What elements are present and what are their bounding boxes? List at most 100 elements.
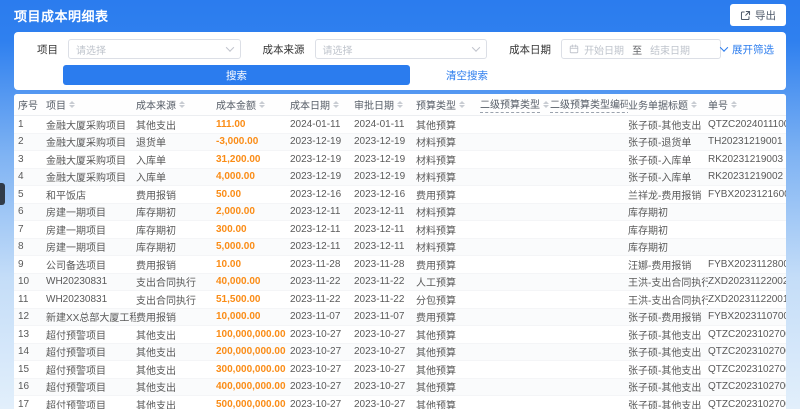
- table-cell: 张子硕-退货单: [628, 138, 692, 150]
- project-select[interactable]: 请选择: [68, 39, 241, 59]
- sort-icon[interactable]: [459, 101, 465, 108]
- source-select[interactable]: 请选择: [314, 39, 488, 59]
- table-row: 1 金融大厦采购项目 其他支出 111.00 2024-01-11 2024-01-11 其…: [14, 116, 786, 134]
- export-label: 导出: [755, 9, 776, 22]
- table-cell: 2023-12-19: [290, 136, 342, 148]
- table-cell: 退货单: [136, 138, 166, 150]
- expand-filters-link[interactable]: 展开筛选: [719, 42, 774, 57]
- table-cell: 2: [18, 136, 24, 148]
- table-row: 9 公司备选项目 费用报销 10.00 2023-11-28 2023-11-28 费用预算…: [14, 256, 786, 274]
- table-cell: 材料预算: [416, 173, 456, 185]
- col-header-label: 业务单据标题: [628, 101, 688, 112]
- table-body: 1 金融大厦采购项目 其他支出 111.00 2024-01-11 2024-01-11 其…: [14, 116, 786, 409]
- table-row: 10 WH20230831 支出合同执行 40,000.00 2023-11-22 202…: [14, 273, 786, 291]
- table-row: 12 新建XX总部大厦工程二期费用报销 10,000.00 2023-11-07 202…: [14, 308, 786, 326]
- table-cell: 4,000.00: [216, 171, 255, 183]
- date-filter-label: 成本日期: [509, 43, 552, 56]
- table-cell: 2023-11-22: [354, 276, 405, 288]
- table-cell: 2023-12-11: [290, 206, 341, 218]
- table-cell: 400,000,000.00: [216, 381, 286, 393]
- table-cell: 2023-11-22: [354, 293, 405, 305]
- search-button[interactable]: 搜索: [63, 65, 410, 85]
- clear-search-link[interactable]: 清空搜索: [446, 68, 488, 83]
- sort-icon[interactable]: [397, 101, 403, 108]
- table-cell: 超付预警项目: [46, 330, 106, 342]
- table-cell: 9: [18, 258, 24, 270]
- col-header-7[interactable]: 二级预算类型: [480, 96, 550, 113]
- col-header-label: 成本日期: [290, 101, 330, 112]
- chevron-down-icon: [719, 43, 729, 52]
- table-cell: 王洪-支出合同执行: [628, 278, 708, 290]
- table-cell: 50.00: [216, 188, 242, 200]
- project-select-placeholder: 请选择: [76, 45, 106, 57]
- table-cell: 2023-12-11: [354, 241, 405, 253]
- table-cell: 10.00: [216, 258, 242, 270]
- col-header-8[interactable]: 二级预算类型编码: [550, 96, 628, 113]
- col-header-4[interactable]: 成本日期: [290, 97, 354, 112]
- table-cell: 31,200.00: [216, 153, 261, 165]
- table-cell: 库存期初: [136, 225, 176, 237]
- col-header-label: 项目: [46, 101, 66, 112]
- table-cell: 张子硕-其他支出: [628, 365, 702, 377]
- table-cell: 费用报销: [136, 260, 176, 272]
- table-cell: 其他预算: [416, 330, 456, 342]
- table-cell: 入库单: [136, 173, 166, 185]
- table-cell: 材料预算: [416, 208, 456, 220]
- table-cell: 公司备选项目: [46, 260, 106, 272]
- table-cell: 材料预算: [416, 225, 456, 237]
- table-cell: 2023-11-22: [290, 276, 341, 288]
- table-cell: 2023-10-27: [354, 346, 406, 358]
- sort-icon[interactable]: [179, 101, 185, 108]
- table-cell: 张子硕-其他支出: [628, 400, 702, 409]
- table-cell: 超付预警项目: [46, 383, 106, 395]
- col-header-label: 成本来源: [136, 101, 176, 112]
- table-cell: 支出合同执行: [136, 295, 196, 307]
- table-cell: 库存期初: [136, 243, 176, 255]
- table-cell: 2023-11-07: [290, 311, 341, 323]
- filter-panel: 项目 请选择 成本来源 请选择 成本日期 开始日期 至 结束日期 展开筛选 搜索…: [14, 32, 786, 90]
- table-cell: 2023-12-19: [354, 136, 406, 148]
- table-cell: 入库单: [136, 155, 166, 167]
- expand-filters-label: 展开筛选: [732, 43, 774, 56]
- date-end-input[interactable]: 结束日期: [650, 42, 690, 57]
- col-header-9[interactable]: 业务单据标题: [628, 97, 708, 112]
- table-cell: 5: [18, 188, 24, 200]
- col-header-5[interactable]: 审批日期: [354, 97, 416, 112]
- table-cell: FYBX20231216001: [708, 188, 786, 200]
- table-cell: 2023-10-27: [354, 363, 406, 375]
- table-cell: 其他支出: [136, 120, 176, 132]
- col-header-1[interactable]: 项目: [46, 97, 136, 112]
- sort-icon[interactable]: [691, 101, 697, 108]
- table-cell: 新建XX总部大厦工程二期: [46, 313, 136, 325]
- chevron-down-icon: [225, 43, 234, 52]
- table-row: 11 WH20230831 支出合同执行 51,500.00 2023-11-22 202…: [14, 291, 786, 309]
- table-cell: 1: [18, 118, 24, 130]
- table-cell: 库存期初: [628, 243, 668, 255]
- sort-icon[interactable]: [731, 101, 737, 108]
- sort-icon[interactable]: [333, 101, 339, 108]
- cost-detail-table: 序号 项目 成本来源 成本金额 成本日期 审批日期 预算类型 二级预算类型 二级预算类型编码 业务…: [14, 94, 786, 409]
- table-cell: 10,000.00: [216, 311, 261, 323]
- table-cell: 2023-11-22: [290, 293, 341, 305]
- table-cell: 2023-10-27: [354, 328, 406, 340]
- col-header-label: 预算类型: [416, 101, 456, 112]
- export-button[interactable]: 导出: [730, 4, 786, 26]
- sort-icon[interactable]: [543, 101, 549, 108]
- col-header-6[interactable]: 预算类型: [416, 97, 480, 112]
- table-cell: 超付预警项目: [46, 365, 106, 377]
- table-cell: 2023-10-27: [354, 381, 406, 393]
- col-header-10[interactable]: 单号: [708, 97, 786, 112]
- col-header-3[interactable]: 成本金额: [216, 97, 290, 112]
- sort-icon[interactable]: [259, 101, 265, 108]
- sort-icon[interactable]: [69, 101, 75, 108]
- date-start-input[interactable]: 开始日期: [584, 42, 624, 57]
- cost-date-range-picker[interactable]: 开始日期 至 结束日期: [561, 39, 721, 59]
- col-header-2[interactable]: 成本来源: [136, 97, 216, 112]
- project-filter-label: 项目: [37, 43, 58, 56]
- table-cell: 300.00: [216, 223, 247, 235]
- table-cell: 8: [18, 241, 24, 253]
- col-header-label: 单号: [708, 101, 728, 112]
- table-cell: 金融大厦采购项目: [46, 155, 126, 167]
- chevron-down-icon: [471, 43, 481, 52]
- table-cell: 2023-12-11: [290, 223, 341, 235]
